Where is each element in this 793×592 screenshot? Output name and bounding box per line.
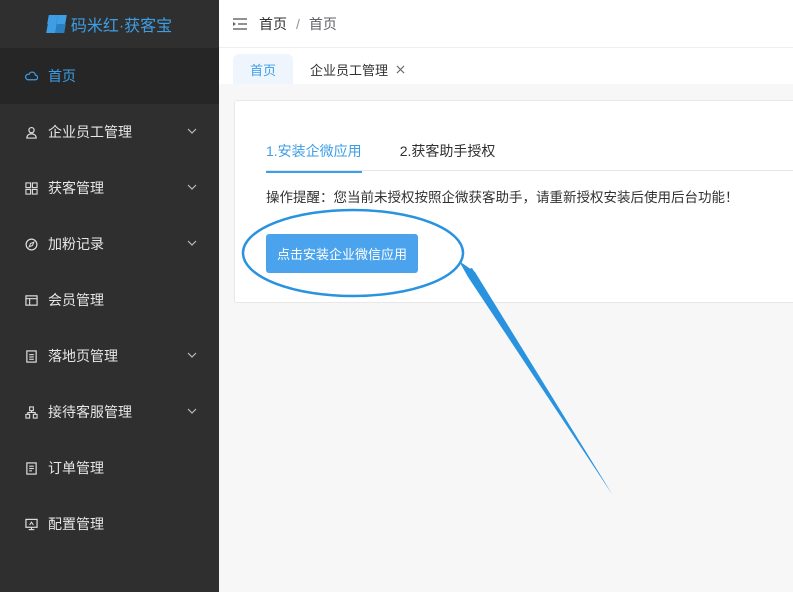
sidebar-item-label: 接待客服管理 xyxy=(48,404,132,420)
tab-label: 企业员工管理 xyxy=(310,62,389,78)
tab-employees[interactable]: 企业员工管理 xyxy=(293,54,422,84)
tab-label: 首页 xyxy=(250,62,277,78)
chevron-down-icon xyxy=(187,240,197,246)
chevron-down-icon xyxy=(187,408,197,414)
sidebar-item-config[interactable]: 配置管理 xyxy=(0,496,219,552)
tab-bar: 首页 企业员工管理 xyxy=(219,48,793,84)
step-assistant-auth[interactable]: 2.获客助手授权 xyxy=(400,141,496,173)
sidebar-menu: 首页 企业员工管理 获客管理 加粉记录 会员管理 落地页管理 接待客服管理 订单… xyxy=(0,48,219,552)
sidebar-item-label: 配置管理 xyxy=(48,516,104,532)
user-icon xyxy=(24,125,38,139)
tab-home[interactable]: 首页 xyxy=(233,54,294,84)
document-icon xyxy=(24,461,38,475)
sidebar: 码米红·获客宝 首页 企业员工管理 获客管理 加粉记录 会员管理 落地页管理 接… xyxy=(0,0,219,592)
sidebar-item-label: 企业员工管理 xyxy=(48,124,132,140)
sidebar-item-home[interactable]: 首页 xyxy=(0,48,219,104)
cloud-icon xyxy=(24,69,38,83)
list-icon xyxy=(24,349,38,363)
sidebar-item-label: 首页 xyxy=(48,68,76,84)
install-wecom-app-button[interactable]: 点击安装企业微信应用 xyxy=(266,234,418,273)
main-content: 1.安装企微应用 2.获客助手授权 操作提醒：您当前未授权按照企微获客助手，请重… xyxy=(219,84,793,592)
compass-icon xyxy=(24,237,38,251)
sidebar-item-employees[interactable]: 企业员工管理 xyxy=(0,104,219,160)
steps-tabs: 1.安装企微应用 2.获客助手授权 xyxy=(266,141,533,173)
sidebar-item-members[interactable]: 会员管理 xyxy=(0,272,219,328)
app-logo[interactable]: 码米红·获客宝 xyxy=(0,0,219,48)
chevron-down-icon xyxy=(187,128,197,134)
member-card-icon xyxy=(24,293,38,307)
menu-fold-icon[interactable] xyxy=(233,17,247,30)
chevron-down-icon xyxy=(187,352,197,358)
step-install-app[interactable]: 1.安装企微应用 xyxy=(266,141,362,173)
breadcrumb-item-current: 首页 xyxy=(308,15,337,32)
steps-divider xyxy=(266,170,793,171)
monitor-icon xyxy=(24,517,38,531)
chevron-down-icon xyxy=(187,184,197,190)
install-card: 1.安装企微应用 2.获客助手授权 操作提醒：您当前未授权按照企微获客助手，请重… xyxy=(234,100,793,303)
sidebar-item-label: 会员管理 xyxy=(48,292,104,308)
operation-notice: 操作提醒：您当前未授权按照企微获客助手，请重新授权安装后使用后台功能！ xyxy=(266,190,739,205)
app-title: 码米红·获客宝 xyxy=(70,18,173,35)
logo-icon xyxy=(46,15,67,33)
sidebar-item-label: 落地页管理 xyxy=(48,348,118,364)
top-header: 首页 / 首页 xyxy=(219,0,793,48)
sidebar-item-orders[interactable]: 订单管理 xyxy=(0,440,219,496)
sidebar-item-acquisition[interactable]: 获客管理 xyxy=(0,160,219,216)
sidebar-item-service[interactable]: 接待客服管理 xyxy=(0,384,219,440)
sidebar-item-label: 加粉记录 xyxy=(48,236,104,252)
org-chart-icon xyxy=(24,405,38,419)
sidebar-item-label: 订单管理 xyxy=(48,460,104,476)
breadcrumb: 首页 / 首页 xyxy=(259,14,337,34)
sidebar-item-label: 获客管理 xyxy=(48,180,104,196)
breadcrumb-separator: / xyxy=(296,15,300,32)
grid-icon xyxy=(24,181,38,195)
sidebar-item-landing-pages[interactable]: 落地页管理 xyxy=(0,328,219,384)
close-icon[interactable] xyxy=(396,65,405,74)
sidebar-item-fans-records[interactable]: 加粉记录 xyxy=(0,216,219,272)
breadcrumb-item-home[interactable]: 首页 xyxy=(259,14,287,34)
